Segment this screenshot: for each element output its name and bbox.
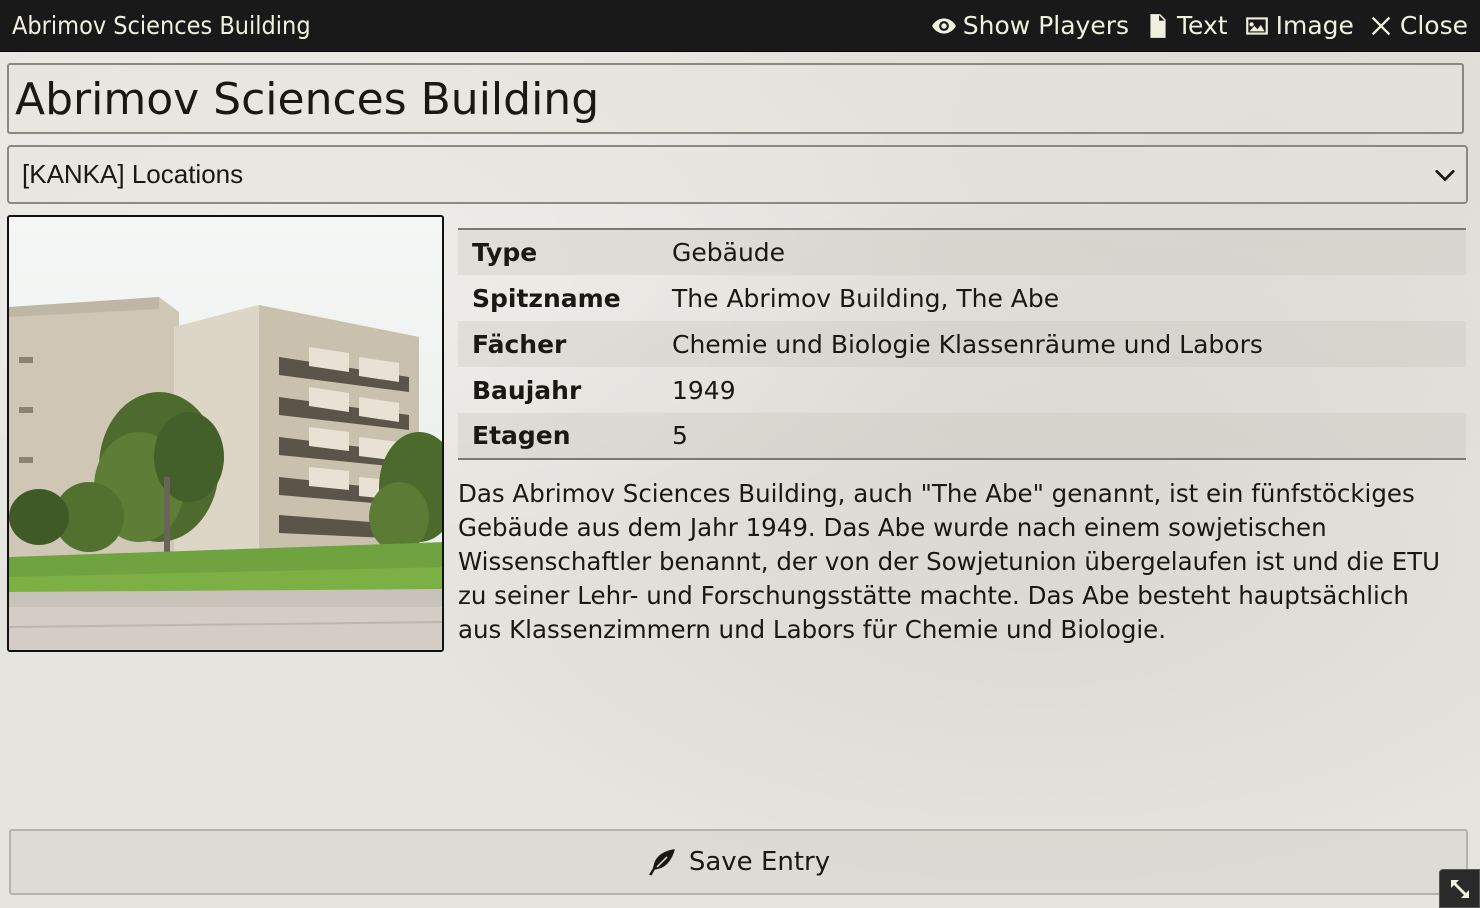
eye-icon [931, 17, 956, 34]
expand-icon [1450, 879, 1469, 898]
text-mode-label: Text [1177, 11, 1228, 40]
image-icon [1245, 16, 1268, 35]
close-icon [1371, 16, 1391, 35]
stat-label: Fächer [472, 329, 567, 359]
table-row: Fächer Chemie und Biologie Klassenräume … [458, 321, 1466, 367]
stat-label: Baujahr [472, 375, 582, 405]
building-photo [9, 217, 442, 650]
entry-name-input[interactable]: Abrimov Sciences Building [7, 63, 1464, 134]
resize-handle[interactable] [1439, 869, 1480, 908]
entry-image[interactable] [7, 215, 444, 652]
stat-value: Chemie und Biologie Klassenräume und Lab… [672, 329, 1263, 359]
folder-select[interactable]: [KANKA] Locations [7, 145, 1468, 204]
feather-icon [648, 849, 675, 876]
stat-value: Gebäude [672, 238, 786, 267]
table-row: Baujahr 1949 [458, 367, 1466, 413]
image-mode-button[interactable]: Image [1244, 11, 1354, 40]
image-mode-label: Image [1275, 11, 1354, 40]
show-players-label: Show Players [962, 11, 1130, 40]
table-row: Spitzname The Abrimov Building, The Abe [458, 275, 1466, 321]
stats-table: Type Gebäude Spitzname The Abrimov Build… [458, 228, 1466, 460]
stat-value: 5 [672, 421, 688, 450]
entry-description: Das Abrimov Sciences Building, auch "The… [458, 479, 1441, 644]
show-players-button[interactable]: Show Players [931, 11, 1129, 40]
table-row: Etagen 5 [458, 413, 1466, 459]
window-title: Abrimov Sciences Building [12, 11, 311, 40]
stat-value: 1949 [672, 375, 736, 405]
file-text-icon [1150, 13, 1166, 38]
stat-label: Spitzname [472, 283, 621, 313]
save-entry-label: Save Entry [688, 847, 831, 877]
close-label: Close [1399, 11, 1468, 40]
stat-label: Etagen [472, 421, 571, 450]
chevron-down-icon [1435, 169, 1455, 182]
close-button[interactable]: Close [1368, 11, 1468, 40]
header-controls: Show Players Text Image Close [915, 11, 1468, 40]
text-mode-button[interactable]: Text [1145, 11, 1228, 40]
save-entry-button[interactable]: Save Entry [9, 829, 1468, 895]
folder-select-value: [KANKA] Locations [22, 159, 244, 189]
table-row: Type Gebäude [458, 229, 1466, 275]
stat-value: The Abrimov Building, The Abe [672, 283, 1060, 313]
stat-label: Type [472, 238, 538, 267]
window-header[interactable]: Abrimov Sciences Building Show Players T… [0, 0, 1480, 52]
